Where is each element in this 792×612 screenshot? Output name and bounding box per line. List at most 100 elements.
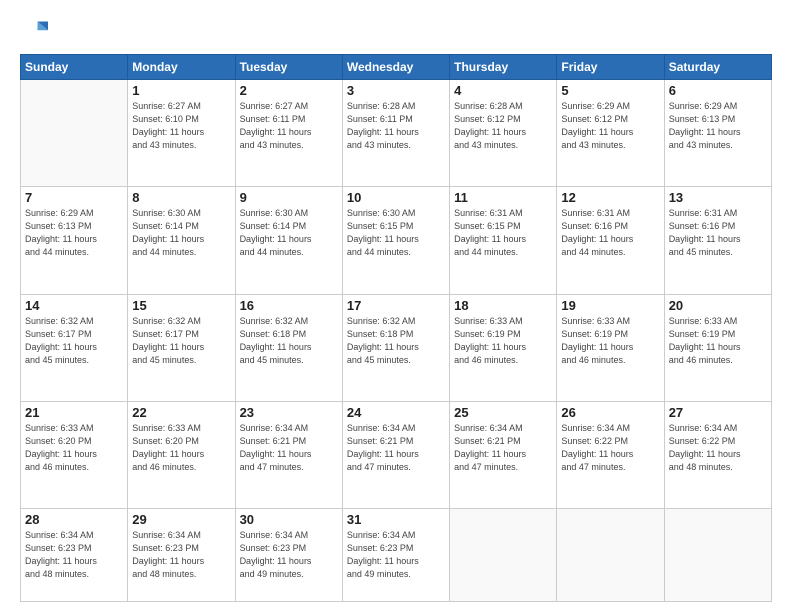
calendar-header-saturday: Saturday: [664, 55, 771, 80]
calendar-cell: 1 Sunrise: 6:27 AM Sunset: 6:10 PM Daylig…: [128, 80, 235, 187]
calendar-cell: 19 Sunrise: 6:33 AM Sunset: 6:19 PM Dayli…: [557, 294, 664, 401]
calendar-cell: 21 Sunrise: 6:33 AM Sunset: 6:20 PM Dayli…: [21, 401, 128, 508]
day-info: Sunrise: 6:34 AM Sunset: 6:22 PM Dayligh…: [561, 422, 659, 474]
day-number: 23: [240, 405, 338, 420]
day-number: 9: [240, 190, 338, 205]
day-number: 4: [454, 83, 552, 98]
calendar-cell: 5Sunrise: 6:29 AM Sunset: 6:12 PM Daylig…: [557, 80, 664, 187]
calendar-header-wednesday: Wednesday: [342, 55, 449, 80]
day-info: Sunrise: 6:27 AM Sunset: 6:11 PM Dayligh…: [240, 100, 338, 152]
calendar-cell: 28 Sunrise: 6:34 AM Sunset: 6:23 PM Dayli…: [21, 509, 128, 602]
day-number: 29: [132, 512, 230, 527]
day-info: Sunrise: 6:34 AM Sunset: 6:23 PM Dayligh…: [132, 529, 230, 581]
calendar-header-tuesday: Tuesday: [235, 55, 342, 80]
header: [20, 18, 772, 46]
day-number: 20: [669, 298, 767, 313]
day-number: 28: [25, 512, 123, 527]
calendar-cell: 15 Sunrise: 6:32 AM Sunset: 6:17 PM Dayli…: [128, 294, 235, 401]
calendar-cell: 22 Sunrise: 6:33 AM Sunset: 6:20 PM Dayli…: [128, 401, 235, 508]
calendar-cell: 11 Sunrise: 6:31 AM Sunset: 6:15 PM Dayli…: [450, 187, 557, 294]
calendar-cell: 29 Sunrise: 6:34 AM Sunset: 6:23 PM Dayli…: [128, 509, 235, 602]
day-number: 22: [132, 405, 230, 420]
calendar-cell: 27 Sunrise: 6:34 AM Sunset: 6:22 PM Dayli…: [664, 401, 771, 508]
day-number: 10: [347, 190, 445, 205]
day-info: Sunrise: 6:32 AM Sunset: 6:17 PM Dayligh…: [132, 315, 230, 367]
day-info: Sunrise: 6:29 AM Sunset: 6:13 PM Dayligh…: [669, 100, 767, 152]
calendar-cell: [21, 80, 128, 187]
calendar-week-row: 1 Sunrise: 6:27 AM Sunset: 6:10 PM Daylig…: [21, 80, 772, 187]
calendar-cell: 10Sunrise: 6:30 AM Sunset: 6:15 PM Dayli…: [342, 187, 449, 294]
calendar-cell: [557, 509, 664, 602]
calendar-cell: 30 Sunrise: 6:34 AM Sunset: 6:23 PM Dayli…: [235, 509, 342, 602]
day-number: 3: [347, 83, 445, 98]
day-number: 30: [240, 512, 338, 527]
day-info: Sunrise: 6:34 AM Sunset: 6:21 PM Dayligh…: [454, 422, 552, 474]
day-number: 6: [669, 83, 767, 98]
day-info: Sunrise: 6:34 AM Sunset: 6:21 PM Dayligh…: [347, 422, 445, 474]
day-info: Sunrise: 6:34 AM Sunset: 6:23 PM Dayligh…: [347, 529, 445, 581]
day-number: 14: [25, 298, 123, 313]
day-number: 12: [561, 190, 659, 205]
calendar-cell: 16Sunrise: 6:32 AM Sunset: 6:18 PM Dayli…: [235, 294, 342, 401]
day-number: 19: [561, 298, 659, 313]
day-info: Sunrise: 6:32 AM Sunset: 6:18 PM Dayligh…: [347, 315, 445, 367]
calendar-cell: 26 Sunrise: 6:34 AM Sunset: 6:22 PM Dayli…: [557, 401, 664, 508]
day-info: Sunrise: 6:29 AM Sunset: 6:12 PM Dayligh…: [561, 100, 659, 152]
day-info: Sunrise: 6:34 AM Sunset: 6:23 PM Dayligh…: [240, 529, 338, 581]
calendar-cell: 13 Sunrise: 6:31 AM Sunset: 6:16 PM Dayli…: [664, 187, 771, 294]
day-number: 1: [132, 83, 230, 98]
day-info: Sunrise: 6:28 AM Sunset: 6:11 PM Dayligh…: [347, 100, 445, 152]
calendar-header-thursday: Thursday: [450, 55, 557, 80]
calendar-cell: [450, 509, 557, 602]
calendar-cell: 12 Sunrise: 6:31 AM Sunset: 6:16 PM Dayli…: [557, 187, 664, 294]
page: SundayMondayTuesdayWednesdayThursdayFrid…: [0, 0, 792, 612]
calendar-cell: 25 Sunrise: 6:34 AM Sunset: 6:21 PM Dayli…: [450, 401, 557, 508]
day-info: Sunrise: 6:33 AM Sunset: 6:20 PM Dayligh…: [132, 422, 230, 474]
calendar-cell: 23Sunrise: 6:34 AM Sunset: 6:21 PM Dayli…: [235, 401, 342, 508]
day-number: 31: [347, 512, 445, 527]
day-number: 18: [454, 298, 552, 313]
calendar-cell: 24Sunrise: 6:34 AM Sunset: 6:21 PM Dayli…: [342, 401, 449, 508]
day-number: 7: [25, 190, 123, 205]
day-number: 17: [347, 298, 445, 313]
logo: [20, 18, 52, 46]
day-info: Sunrise: 6:31 AM Sunset: 6:16 PM Dayligh…: [669, 207, 767, 259]
day-info: Sunrise: 6:33 AM Sunset: 6:20 PM Dayligh…: [25, 422, 123, 474]
day-info: Sunrise: 6:34 AM Sunset: 6:23 PM Dayligh…: [25, 529, 123, 581]
day-info: Sunrise: 6:34 AM Sunset: 6:22 PM Dayligh…: [669, 422, 767, 474]
calendar-cell: 17 Sunrise: 6:32 AM Sunset: 6:18 PM Dayli…: [342, 294, 449, 401]
day-number: 21: [25, 405, 123, 420]
calendar-cell: 14 Sunrise: 6:32 AM Sunset: 6:17 PM Dayli…: [21, 294, 128, 401]
calendar-cell: 3 Sunrise: 6:28 AM Sunset: 6:11 PM Daylig…: [342, 80, 449, 187]
calendar-header-row: SundayMondayTuesdayWednesdayThursdayFrid…: [21, 55, 772, 80]
calendar-header-monday: Monday: [128, 55, 235, 80]
day-info: Sunrise: 6:32 AM Sunset: 6:18 PM Dayligh…: [240, 315, 338, 367]
calendar-cell: 31 Sunrise: 6:34 AM Sunset: 6:23 PM Dayli…: [342, 509, 449, 602]
day-number: 26: [561, 405, 659, 420]
day-info: Sunrise: 6:31 AM Sunset: 6:15 PM Dayligh…: [454, 207, 552, 259]
day-info: Sunrise: 6:28 AM Sunset: 6:12 PM Dayligh…: [454, 100, 552, 152]
day-info: Sunrise: 6:31 AM Sunset: 6:16 PM Dayligh…: [561, 207, 659, 259]
day-info: Sunrise: 6:32 AM Sunset: 6:17 PM Dayligh…: [25, 315, 123, 367]
day-number: 13: [669, 190, 767, 205]
day-number: 27: [669, 405, 767, 420]
day-info: Sunrise: 6:33 AM Sunset: 6:19 PM Dayligh…: [561, 315, 659, 367]
calendar-cell: 4 Sunrise: 6:28 AM Sunset: 6:12 PM Daylig…: [450, 80, 557, 187]
calendar-table: SundayMondayTuesdayWednesdayThursdayFrid…: [20, 54, 772, 602]
calendar-header-sunday: Sunday: [21, 55, 128, 80]
day-number: 8: [132, 190, 230, 205]
day-number: 25: [454, 405, 552, 420]
day-number: 11: [454, 190, 552, 205]
calendar-week-row: 7 Sunrise: 6:29 AM Sunset: 6:13 PM Daylig…: [21, 187, 772, 294]
day-info: Sunrise: 6:33 AM Sunset: 6:19 PM Dayligh…: [454, 315, 552, 367]
calendar-cell: 9Sunrise: 6:30 AM Sunset: 6:14 PM Daylig…: [235, 187, 342, 294]
day-number: 15: [132, 298, 230, 313]
calendar-cell: 6 Sunrise: 6:29 AM Sunset: 6:13 PM Daylig…: [664, 80, 771, 187]
day-info: Sunrise: 6:27 AM Sunset: 6:10 PM Dayligh…: [132, 100, 230, 152]
calendar-cell: 2Sunrise: 6:27 AM Sunset: 6:11 PM Daylig…: [235, 80, 342, 187]
calendar-week-row: 21 Sunrise: 6:33 AM Sunset: 6:20 PM Dayli…: [21, 401, 772, 508]
day-info: Sunrise: 6:29 AM Sunset: 6:13 PM Dayligh…: [25, 207, 123, 259]
calendar-cell: 20Sunrise: 6:33 AM Sunset: 6:19 PM Dayli…: [664, 294, 771, 401]
calendar-week-row: 14 Sunrise: 6:32 AM Sunset: 6:17 PM Dayli…: [21, 294, 772, 401]
calendar-cell: [664, 509, 771, 602]
